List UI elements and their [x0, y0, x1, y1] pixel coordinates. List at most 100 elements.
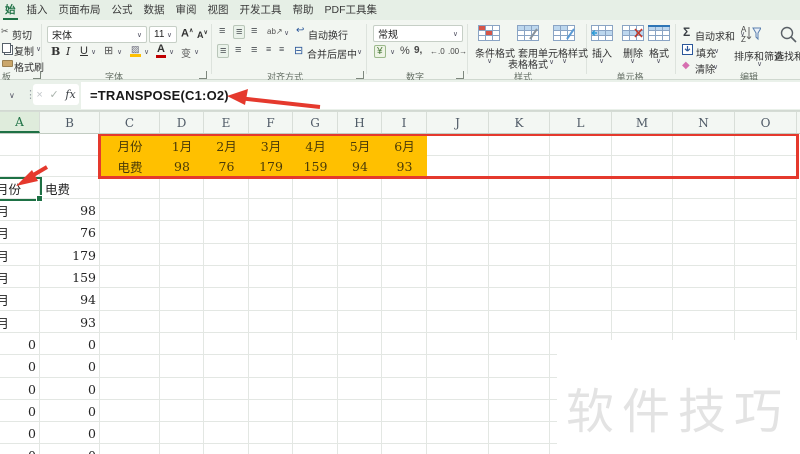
chevron-down-icon[interactable]: ∨	[144, 48, 149, 56]
cell-A5[interactable]: 2月	[0, 221, 40, 244]
borders-icon[interactable]: ⊞	[104, 44, 113, 57]
tab-PDF工具集[interactable]: PDF工具集	[323, 0, 380, 20]
column-header-E[interactable]: E	[204, 112, 249, 133]
font-dialog-launcher[interactable]	[199, 71, 207, 79]
column-header-M[interactable]: M	[612, 112, 673, 133]
chevron-down-icon[interactable]: ∨	[713, 63, 718, 71]
accounting-format-icon[interactable]: ¥	[374, 45, 386, 58]
cancel-button[interactable]: ×	[36, 89, 42, 101]
column-header-J[interactable]: J	[427, 112, 489, 133]
tab-数据[interactable]: 数据	[142, 0, 167, 20]
increase-indent-icon[interactable]: ≡	[279, 44, 284, 54]
column-header-D[interactable]: D	[160, 112, 204, 133]
column-header-C[interactable]: C	[100, 112, 160, 133]
cell-A7[interactable]: 4月	[0, 266, 40, 288]
chevron-down-icon[interactable]: ∨	[194, 48, 199, 56]
column-header-F[interactable]: F	[249, 112, 293, 133]
cell-B14[interactable]: 0	[40, 422, 100, 444]
cell-B8[interactable]: 94	[40, 288, 100, 311]
orientation-icon[interactable]: ab↗	[267, 27, 283, 36]
column-header-G[interactable]: G	[293, 112, 338, 133]
cut-button[interactable]: 剪切	[12, 27, 32, 42]
bold-button[interactable]: B	[51, 45, 60, 58]
increase-font-size-button[interactable]: A∧	[181, 27, 193, 40]
formula-input[interactable]: =TRANSPOSE(C1:O2)	[81, 82, 800, 109]
cell-B12[interactable]: 0	[40, 378, 100, 400]
clear-button[interactable]: 清除	[695, 61, 715, 76]
tab-视图[interactable]: 视图	[206, 0, 231, 20]
tab-始[interactable]: 始	[3, 0, 18, 20]
chevron-down-icon[interactable]: ∨	[91, 48, 96, 56]
cell-A11[interactable]: 0	[0, 355, 40, 378]
chevron-down-icon[interactable]: ∨	[599, 57, 604, 65]
cell-A13[interactable]: 0	[0, 400, 40, 422]
fill-button[interactable]: 填充	[696, 45, 716, 60]
chevron-down-icon[interactable]: ∨	[284, 29, 289, 37]
font-color-icon[interactable]: A	[156, 44, 166, 58]
tab-公式[interactable]: 公式	[110, 0, 135, 20]
align-left-icon[interactable]: ≡	[217, 44, 230, 58]
name-box-dropdown[interactable]: ∨	[9, 91, 15, 100]
chevron-down-icon[interactable]: ∨	[36, 45, 41, 53]
tab-插入[interactable]: 插入	[25, 0, 50, 20]
chevron-down-icon[interactable]: ∨	[714, 47, 719, 55]
align-right-icon[interactable]: ≡	[251, 44, 257, 56]
italic-button[interactable]: I	[66, 45, 70, 58]
cell-B3[interactable]: 电费	[40, 177, 100, 199]
underline-button[interactable]: U	[80, 45, 88, 57]
font-size-select[interactable]: 11 ∨	[149, 26, 177, 43]
column-header-B[interactable]: B	[40, 112, 100, 133]
increase-decimal-icon[interactable]: ←.0	[430, 47, 445, 56]
column-header-K[interactable]: K	[489, 112, 550, 133]
align-middle-icon[interactable]: ≡	[233, 25, 246, 39]
copy-button[interactable]: 复制	[14, 43, 34, 58]
column-header-I[interactable]: I	[382, 112, 427, 133]
chevron-down-icon[interactable]: ∨	[630, 57, 635, 65]
number-format-select[interactable]: 常规 ∨	[373, 25, 463, 42]
autosum-button[interactable]: 自动求和	[695, 28, 735, 43]
column-header-L[interactable]: L	[550, 112, 612, 133]
cell-A6[interactable]: 3月	[0, 244, 40, 266]
tab-审阅[interactable]: 审阅	[174, 0, 199, 20]
chevron-down-icon[interactable]: ∨	[487, 57, 492, 65]
chevron-down-icon[interactable]: ∨	[117, 48, 122, 56]
cell-A4[interactable]: 1月	[0, 199, 40, 221]
accept-button[interactable]: ✓	[49, 88, 58, 101]
decrease-font-size-button[interactable]: A∨	[197, 29, 208, 40]
cell-B11[interactable]: 0	[40, 355, 100, 378]
column-header-H[interactable]: H	[338, 112, 382, 133]
phonetic-guide-icon[interactable]: 变	[181, 45, 191, 60]
cell-B6[interactable]: 179	[40, 244, 100, 266]
chevron-down-icon[interactable]: ∨	[562, 57, 567, 65]
cell-B15[interactable]: 0	[40, 444, 100, 454]
cell-B5[interactable]: 76	[40, 221, 100, 244]
comma-style-icon[interactable]: 9,	[414, 45, 422, 56]
chevron-down-icon[interactable]: ∨	[357, 48, 362, 56]
cell-B9[interactable]: 93	[40, 311, 100, 333]
chevron-down-icon[interactable]: ∨	[169, 48, 174, 56]
find-select-button[interactable]: 查找和	[774, 48, 800, 63]
insert-function-button[interactable]: fx	[65, 88, 75, 101]
clipboard-dialog-launcher[interactable]	[33, 71, 41, 79]
tab-页面布局[interactable]: 页面布局	[57, 0, 103, 20]
tab-开发工具[interactable]: 开发工具	[238, 0, 284, 20]
cell-B10[interactable]: 0	[40, 333, 100, 355]
cell-A9[interactable]: 6月	[0, 311, 40, 333]
cell-A10[interactable]: 0	[0, 333, 40, 355]
column-header-N[interactable]: N	[673, 112, 735, 133]
font-name-select[interactable]: 宋体 ∨	[47, 26, 147, 43]
chevron-down-icon[interactable]: ∨	[757, 60, 762, 68]
cell-B7[interactable]: 159	[40, 266, 100, 288]
number-dialog-launcher[interactable]	[456, 71, 464, 79]
decrease-decimal-icon[interactable]: .00→	[448, 47, 467, 56]
cell-B4[interactable]: 98	[40, 199, 100, 221]
cell-A12[interactable]: 0	[0, 378, 40, 400]
chevron-down-icon[interactable]: ∨	[656, 57, 661, 65]
percent-style-icon[interactable]: %	[400, 45, 410, 57]
align-bottom-icon[interactable]: ≡	[251, 25, 257, 37]
column-header-A[interactable]: A	[0, 112, 40, 133]
cell-B13[interactable]: 0	[40, 400, 100, 422]
decrease-indent-icon[interactable]: ≡	[266, 44, 271, 54]
alignment-dialog-launcher[interactable]	[356, 71, 364, 79]
fill-color-icon[interactable]: ▨	[130, 44, 141, 57]
